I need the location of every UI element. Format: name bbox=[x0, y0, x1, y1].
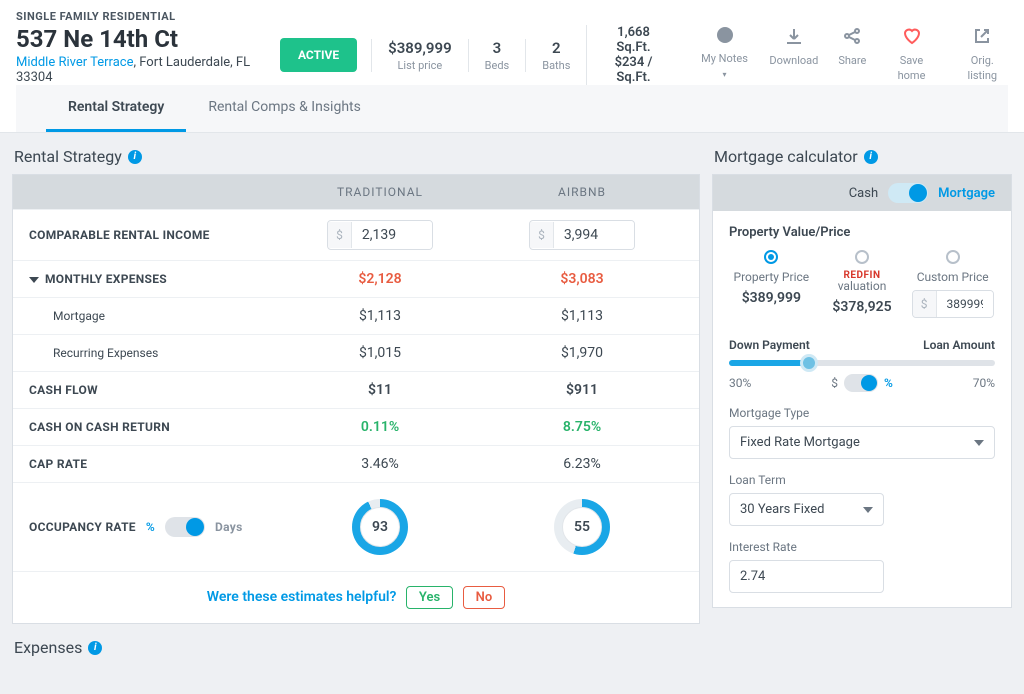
trad-rent-input[interactable]: $ bbox=[327, 220, 433, 250]
expenses-title: Expenses i bbox=[14, 638, 700, 657]
address-subtitle: Middle River Terrace, Fort Lauderdale, F… bbox=[16, 55, 280, 85]
dollar-pct-toggle[interactable] bbox=[844, 374, 878, 392]
my-notes-button[interactable]: My Notes ▾ bbox=[700, 27, 750, 83]
custom-price-input[interactable]: $ bbox=[912, 290, 994, 318]
download-icon bbox=[769, 27, 818, 50]
row-comp-rent: COMPARABLE RENTAL INCOME bbox=[29, 228, 279, 242]
property-type: SINGLE FAMILY RESIDENTIAL bbox=[16, 10, 1008, 23]
row-recurring: Recurring Expenses bbox=[29, 346, 279, 360]
pv-property-price[interactable]: Property Price $389,999 bbox=[729, 250, 814, 318]
chevron-down-icon bbox=[29, 277, 39, 283]
cash-label: Cash bbox=[849, 186, 878, 201]
stat-sqft: 1,668 Sq.Ft. $234 / Sq.Ft. bbox=[586, 25, 679, 85]
info-icon[interactable]: i bbox=[128, 150, 142, 164]
occupancy-toggle[interactable] bbox=[165, 517, 205, 537]
info-icon[interactable]: i bbox=[864, 150, 878, 164]
chevron-down-icon bbox=[863, 507, 873, 513]
orig-listing-button[interactable]: Orig. listing bbox=[957, 27, 1008, 83]
row-cocr: CASH ON CASH RETURN bbox=[29, 420, 279, 434]
download-button[interactable]: Download bbox=[769, 27, 818, 83]
mortgage-label: Mortgage bbox=[938, 186, 995, 201]
radio-icon bbox=[855, 250, 869, 264]
external-link-icon bbox=[957, 27, 1008, 50]
address-title: 537 Ne 14th Ct bbox=[16, 25, 280, 53]
mortgage-type-select[interactable]: Fixed Rate Mortgage bbox=[729, 426, 995, 459]
heart-icon bbox=[886, 27, 936, 50]
share-icon bbox=[838, 27, 866, 50]
interest-rate-label: Interest Rate bbox=[729, 540, 995, 554]
radio-icon bbox=[764, 250, 778, 264]
feedback-question: Were these estimates helpful? bbox=[207, 589, 397, 605]
neighborhood-link[interactable]: Middle River Terrace bbox=[16, 55, 133, 70]
stat-baths: 2 Baths bbox=[525, 39, 586, 72]
row-cashflow: CASH FLOW bbox=[29, 383, 279, 397]
mortgage-calc-title: Mortgage calculator i bbox=[714, 147, 1012, 166]
row-mortgage: Mortgage bbox=[29, 309, 279, 323]
stat-list-price: $389,999 List price bbox=[371, 39, 468, 72]
status-badge: ACTIVE bbox=[280, 38, 357, 72]
property-value-title: Property Value/Price bbox=[729, 225, 995, 240]
feedback-no-button[interactable]: No bbox=[463, 586, 506, 609]
pv-redfin[interactable]: REDFIN valuation $378,925 bbox=[820, 250, 905, 318]
col-airbnb: AIRBNB bbox=[481, 185, 683, 199]
stat-beds: 3 Beds bbox=[468, 39, 526, 72]
airbnb-occupancy-donut: 55 bbox=[554, 499, 610, 555]
save-home-button[interactable]: Save home bbox=[886, 27, 936, 83]
share-button[interactable]: Share bbox=[838, 27, 866, 83]
tab-rental-strategy[interactable]: Rental Strategy bbox=[46, 85, 186, 132]
loan-term-select[interactable]: 30 Years Fixed bbox=[729, 493, 884, 526]
row-occupancy: OCCUPANCY RATE bbox=[29, 520, 136, 534]
mortgage-type-label: Mortgage Type bbox=[729, 406, 995, 420]
down-payment-label: Down Payment bbox=[729, 338, 810, 352]
down-payment-slider[interactable] bbox=[729, 360, 995, 366]
tab-rental-comps[interactable]: Rental Comps & Insights bbox=[186, 85, 383, 132]
feedback-yes-button[interactable]: Yes bbox=[406, 586, 453, 609]
radio-icon bbox=[946, 250, 960, 264]
info-icon[interactable]: i bbox=[88, 641, 102, 655]
col-traditional: TRADITIONAL bbox=[279, 185, 481, 199]
loan-term-label: Loan Term bbox=[729, 473, 995, 487]
trad-occupancy-donut: 93 bbox=[352, 499, 408, 555]
row-monthly-exp[interactable]: MONTHLY EXPENSES bbox=[29, 272, 279, 286]
occ-days-label: Days bbox=[215, 520, 243, 534]
interest-rate-input[interactable] bbox=[729, 560, 884, 593]
trad-exp: $2,128 bbox=[279, 271, 481, 287]
airbnb-rent-input[interactable]: $ bbox=[529, 220, 635, 250]
notes-icon bbox=[700, 27, 750, 48]
row-caprate: CAP RATE bbox=[29, 457, 279, 471]
pv-custom[interactable]: Custom Price $ bbox=[910, 250, 995, 318]
cash-mortgage-toggle[interactable] bbox=[888, 183, 928, 203]
occ-pct-label: % bbox=[146, 520, 155, 534]
loan-amount-label: Loan Amount bbox=[923, 338, 995, 352]
chevron-down-icon bbox=[974, 440, 984, 446]
rental-strategy-title: Rental Strategy i bbox=[14, 147, 700, 166]
airbnb-exp: $3,083 bbox=[481, 271, 683, 287]
